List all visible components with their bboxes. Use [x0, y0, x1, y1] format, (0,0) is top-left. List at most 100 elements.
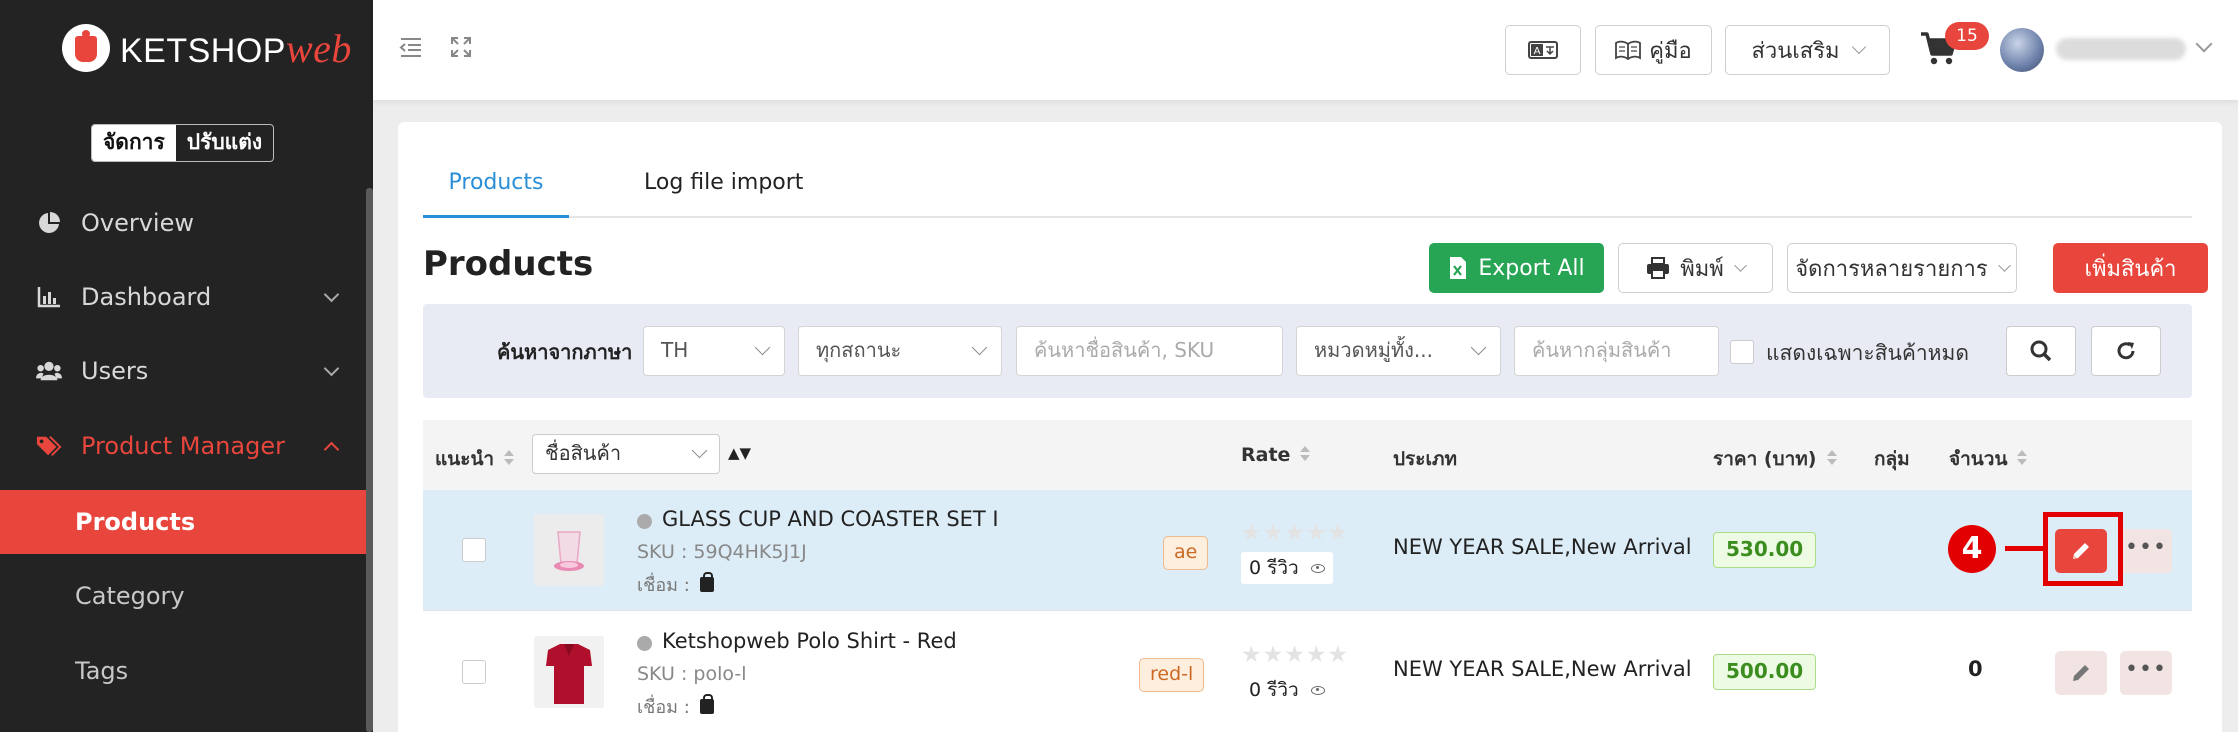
refresh-button[interactable] — [2091, 326, 2161, 376]
more-actions-button[interactable]: ••• — [2120, 651, 2172, 695]
language-button[interactable]: A — [1505, 25, 1581, 75]
collapse-menu-icon[interactable] — [398, 36, 424, 62]
sidebar-item-label: Users — [81, 357, 149, 385]
chevron-down-icon — [1851, 39, 1866, 55]
pencil-icon — [2073, 665, 2089, 681]
sidebar-subitem-products[interactable]: Products — [0, 490, 366, 554]
translate-icon: A — [1528, 41, 1558, 59]
product-tag: red-l — [1139, 658, 1205, 692]
sidebar-item-dashboard[interactable]: Dashboard — [0, 263, 373, 331]
product-thumbnail[interactable] — [534, 514, 604, 586]
excel-icon — [1450, 257, 1467, 279]
sidebar-subitem-tags[interactable]: Tags — [0, 639, 366, 703]
review-count[interactable]: 0 รีวิว — [1241, 552, 1333, 584]
logo-text: KETSHOPweb — [120, 25, 352, 71]
chevron-down-icon — [1997, 259, 2011, 272]
category-select[interactable]: หมวดหมู่ทั้ง... — [1296, 326, 1501, 376]
sort-icon — [1300, 446, 1311, 464]
sidebar: KETSHOPweb จัดการ ปรับแต่ง Overview Dash… — [0, 0, 373, 732]
language-select[interactable]: TH — [643, 326, 785, 376]
callout-number: 4 — [1948, 525, 1996, 573]
status-select-value: ทุกสถานะ — [816, 338, 902, 362]
tag-icon — [36, 433, 62, 459]
logo-icon — [62, 24, 110, 72]
column-rate[interactable]: Rate — [1241, 444, 1311, 466]
product-name[interactable]: Ketshopweb Polo Shirt - Red — [662, 629, 957, 653]
sidebar-subitem-category[interactable]: Category — [0, 564, 366, 628]
mode-customize-button[interactable]: ปรับแต่ง — [176, 125, 273, 161]
table-row[interactable]: GLASS CUP AND COASTER SET I SKU : 59Q4HK… — [423, 490, 2192, 611]
shopping-bag-icon — [699, 694, 714, 714]
manual-button[interactable]: คู่มือ — [1595, 25, 1712, 75]
sort-asc-desc-icon[interactable]: ▲▼ — [728, 444, 751, 462]
product-sku: SKU : polo-l — [637, 663, 747, 685]
manual-label: คู่มือ — [1649, 38, 1692, 64]
review-count[interactable]: 0 รีวิว — [1241, 674, 1333, 706]
search-input[interactable]: ค้นหาชื่อสินค้า, SKU — [1016, 326, 1283, 376]
product-link-label: เชื่อม : — [637, 575, 690, 596]
avatar[interactable] — [2000, 28, 2044, 72]
product-thumbnail[interactable] — [534, 636, 604, 708]
pie-chart-icon — [36, 210, 62, 236]
export-all-label: Export All — [1478, 255, 1585, 281]
name-column-select[interactable]: ชื่อสินค้า — [532, 434, 720, 474]
sidebar-item-overview[interactable]: Overview — [0, 189, 373, 257]
search-icon — [2030, 340, 2052, 362]
print-dropdown[interactable]: พิมพ์ — [1618, 243, 1773, 293]
tab-bar: Products Log file import — [423, 162, 2192, 218]
column-price-label: ราคา (บาท) — [1713, 448, 1817, 470]
status-select[interactable]: ทุกสถานะ — [798, 326, 1002, 376]
column-quantity[interactable]: จำนวน — [1949, 444, 2028, 474]
table-header: แนะนำ ชื่อสินค้า ▲▼ Rate ประเภท ราคา (บา… — [423, 420, 2192, 490]
sort-icon — [2017, 450, 2028, 468]
column-featured[interactable]: แนะนำ — [435, 444, 515, 474]
chevron-down-icon — [1470, 339, 1487, 356]
add-product-button[interactable]: เพิ่มสินค้า — [2053, 243, 2208, 293]
table-row[interactable]: Ketshopweb Polo Shirt - Red SKU : polo-l… — [423, 612, 2192, 732]
row-checkbox[interactable] — [462, 660, 486, 684]
out-of-stock-label: แสดงเฉพาะสินค้าหมด — [1766, 341, 1969, 365]
tab-products[interactable]: Products — [423, 162, 569, 218]
addons-dropdown[interactable]: ส่วนเสริม — [1725, 25, 1890, 75]
more-actions-button[interactable]: ••• — [2120, 529, 2172, 573]
page-title: Products — [423, 244, 594, 284]
mode-manage-button[interactable]: จัดการ — [92, 125, 176, 161]
book-icon — [1615, 40, 1642, 60]
eye-icon — [1310, 563, 1325, 573]
chevron-down-icon — [691, 442, 708, 459]
group-search-input[interactable]: ค้นหากลุ่มสินค้า — [1514, 326, 1719, 376]
review-count-label: 0 รีวิว — [1249, 557, 1299, 579]
row-checkbox[interactable] — [462, 538, 486, 562]
sidebar-item-label: Product Manager — [81, 432, 285, 460]
sidebar-item-users[interactable]: Users — [0, 337, 373, 405]
chevron-down-icon — [323, 286, 340, 303]
tab-log-file-import[interactable]: Log file import — [644, 162, 803, 218]
sidebar-scrollbar[interactable] — [366, 188, 373, 732]
sidebar-item-product-manager[interactable]: Product Manager — [0, 412, 373, 480]
column-price[interactable]: ราคา (บาท) — [1713, 444, 1837, 474]
export-all-button[interactable]: Export All — [1429, 243, 1604, 293]
name-column-select-value: ชื่อสินค้า — [545, 441, 622, 465]
chevron-down-icon — [971, 339, 988, 356]
edit-button[interactable] — [2055, 651, 2107, 695]
product-price: 500.00 — [1713, 654, 1817, 690]
fullscreen-icon[interactable] — [448, 36, 474, 62]
eye-icon — [1310, 685, 1325, 695]
callout-line — [2005, 546, 2045, 551]
rating-stars: ★★★★★ — [1241, 520, 1350, 546]
printer-icon — [1647, 257, 1670, 279]
chevron-down-icon — [323, 360, 340, 377]
bulk-actions-dropdown[interactable]: จัดการหลายรายการ — [1787, 243, 2017, 293]
search-button[interactable] — [2006, 326, 2076, 376]
sidebar-item-label: Overview — [81, 209, 194, 237]
product-link: เชื่อม : — [637, 692, 714, 721]
rating-stars: ★★★★★ — [1241, 642, 1350, 668]
svg-text:A: A — [1534, 46, 1541, 57]
product-name[interactable]: GLASS CUP AND COASTER SET I — [662, 507, 999, 531]
out-of-stock-checkbox[interactable] — [1730, 340, 1754, 364]
product-tag: ae — [1163, 536, 1209, 570]
chevron-down-icon[interactable] — [2195, 35, 2213, 53]
username[interactable] — [2056, 38, 2186, 60]
column-group: กลุ่ม — [1874, 448, 1910, 470]
logo[interactable]: KETSHOPweb — [62, 24, 352, 72]
